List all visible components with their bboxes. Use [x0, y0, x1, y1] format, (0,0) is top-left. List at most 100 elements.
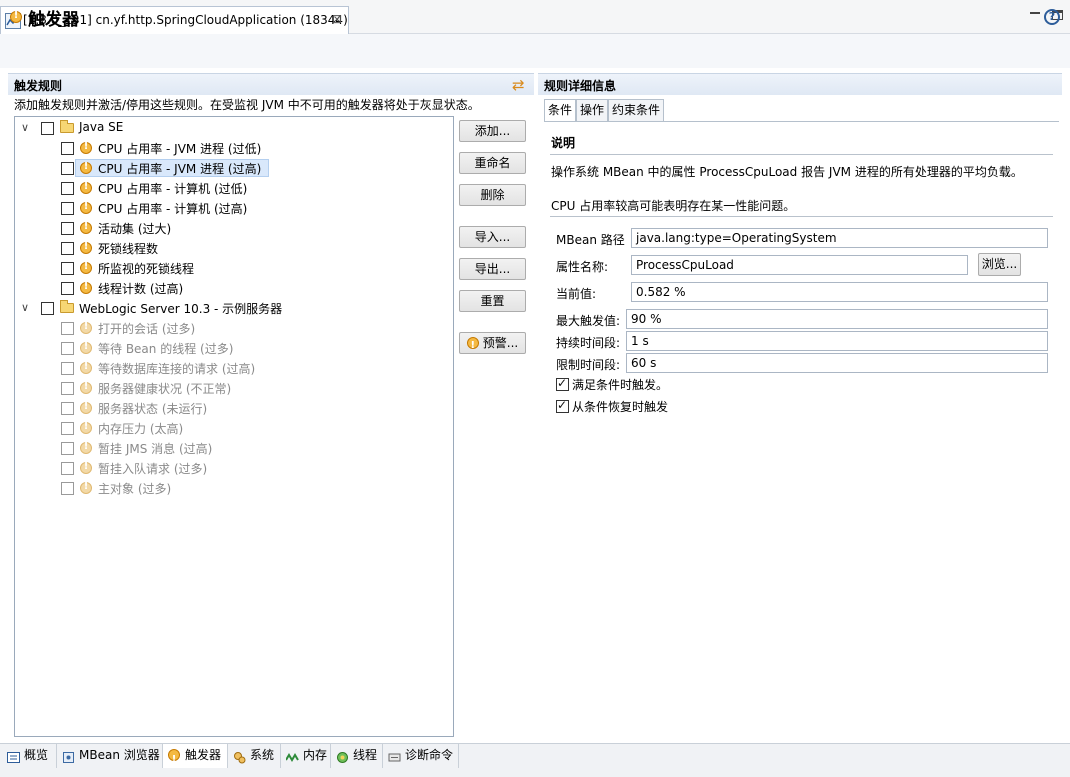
rule-item[interactable]: CPU 占用率 - 计算机 (过高) — [15, 198, 453, 218]
rule-label: CPU 占用率 - JVM 进程 (过低) — [98, 142, 262, 156]
rule-label: 等待数据库连接的请求 (过高) — [98, 362, 256, 376]
warning-icon — [80, 461, 92, 474]
alert-button[interactable]: 预警... — [459, 332, 526, 356]
rule-label: 服务器健康状况 (不正常) — [98, 382, 232, 396]
rule-checkbox[interactable] — [61, 202, 74, 215]
tab-system[interactable]: 系统 — [228, 744, 281, 768]
rule-checkbox[interactable] — [61, 402, 74, 415]
divider — [550, 154, 1053, 155]
rule-item[interactable]: 所监视的死锁线程 — [15, 258, 453, 278]
rules-description: 添加触发规则并激活/停用这些规则。在受监视 JVM 中不可用的触发器将处于灰显状… — [14, 98, 480, 112]
mbean-path-field[interactable]: java.lang:type=OperatingSystem — [631, 228, 1048, 248]
help-icon[interactable]: ? — [1044, 9, 1060, 25]
max-trigger-field[interactable]: 90 % — [626, 309, 1048, 329]
checkbox-checked[interactable] — [556, 376, 569, 391]
gears-icon — [233, 749, 246, 764]
tab-label: 线程 — [353, 748, 378, 762]
attribute-field[interactable]: ProcessCpuLoad — [631, 255, 968, 275]
warning-icon — [80, 141, 92, 154]
warning-icon — [80, 261, 92, 274]
rule-checkbox[interactable] — [61, 142, 74, 155]
warning-icon — [80, 221, 92, 234]
rule-item[interactable]: 服务器健康状况 (不正常) — [15, 378, 453, 398]
limit-field[interactable]: 60 s — [626, 353, 1048, 373]
tab-label: 诊断命令 — [405, 748, 454, 762]
rule-label: 打开的会话 (过多) — [98, 322, 196, 336]
current-value-label: 当前值: — [556, 287, 597, 301]
explain-text: 操作系统 MBean 中的属性 ProcessCpuLoad 报告 JVM 进程… — [551, 165, 1023, 179]
close-icon[interactable]: ⊠ — [332, 12, 342, 26]
rule-checkbox[interactable] — [61, 182, 74, 195]
rules-section-header — [8, 73, 534, 95]
rule-item[interactable]: 暂挂 JMS 消息 (过高) — [15, 438, 453, 458]
rule-checkbox[interactable] — [61, 322, 74, 335]
rule-item[interactable]: CPU 占用率 - JVM 进程 (过高) — [15, 158, 453, 178]
rule-checkbox[interactable] — [61, 362, 74, 375]
rule-checkbox[interactable] — [61, 282, 74, 295]
rules-tree[interactable]: ∨ Java SE CPU 占用率 - JVM 进程 (过低) CPU 占用率 - J… — [14, 116, 454, 737]
duration-field[interactable]: 1 s — [626, 331, 1048, 351]
rule-item[interactable]: 暂挂入队请求 (过多) — [15, 458, 453, 478]
memory-icon — [285, 749, 299, 762]
rule-item[interactable]: 打开的会话 (过多) — [15, 318, 453, 338]
rule-checkbox[interactable] — [61, 242, 74, 255]
group-label: WebLogic Server 10.3 - 示例服务器 — [79, 302, 283, 316]
tab-label: MBean 浏览器 — [79, 748, 160, 762]
alert-button-label: 预警... — [482, 336, 519, 350]
tab-triggers[interactable]: 触发器 — [163, 744, 228, 771]
rule-label: 等待 Bean 的线程 (过多) — [98, 342, 234, 356]
details-section-title: 规则详细信息 — [544, 79, 617, 93]
group-checkbox[interactable] — [41, 122, 54, 135]
rule-checkbox[interactable] — [61, 462, 74, 475]
warning-icon — [80, 421, 92, 434]
rule-item[interactable]: 等待数据库连接的请求 (过高) — [15, 358, 453, 378]
rule-checkbox[interactable] — [61, 422, 74, 435]
tab-overview[interactable]: 概览 — [2, 744, 57, 768]
group-checkbox[interactable] — [41, 302, 54, 315]
tree-group[interactable]: ∨ WebLogic Server 10.3 - 示例服务器 — [15, 298, 453, 318]
refresh-icon[interactable]: ⇄ — [512, 76, 525, 94]
rule-label: 所监视的死锁线程 — [98, 262, 195, 276]
rule-item[interactable]: 内存压力 (太高) — [15, 418, 453, 438]
checkbox-label: 从条件恢复时触发 — [572, 400, 669, 414]
tab-conditions[interactable]: 条件 — [544, 99, 576, 122]
tab-mbean-browser[interactable]: MBean 浏览器 — [57, 744, 163, 768]
add-button[interactable]: 添加... — [459, 120, 526, 142]
delete-button[interactable]: 删除 — [459, 184, 526, 206]
tab-diagnostic-commands[interactable]: 诊断命令 — [383, 744, 459, 768]
rename-button[interactable]: 重命名 — [459, 152, 526, 174]
rule-item[interactable]: CPU 占用率 - JVM 进程 (过低) — [15, 138, 453, 158]
rule-checkbox[interactable] — [61, 382, 74, 395]
rule-item[interactable]: 主对象 (过多) — [15, 478, 453, 498]
page-title: 触发器 — [28, 10, 79, 30]
chevron-down-icon[interactable]: ∨ — [21, 301, 29, 314]
tab-actions[interactable]: 操作 — [576, 99, 608, 121]
tab-memory[interactable]: 内存 — [281, 744, 331, 768]
rule-item[interactable]: 线程计数 (过高) — [15, 278, 453, 298]
rule-item[interactable]: CPU 占用率 - 计算机 (过低) — [15, 178, 453, 198]
browse-button[interactable]: 浏览... — [978, 253, 1021, 276]
tree-group[interactable]: ∨ Java SE — [15, 118, 453, 138]
reset-button[interactable]: 重置 — [459, 290, 526, 312]
rule-checkbox[interactable] — [61, 162, 74, 175]
rule-checkbox[interactable] — [61, 262, 74, 275]
rule-label: CPU 占用率 - 计算机 (过高) — [98, 202, 248, 216]
chevron-down-icon[interactable]: ∨ — [21, 121, 29, 134]
minimize-icon[interactable] — [1030, 12, 1040, 15]
import-button[interactable]: 导入... — [459, 226, 526, 248]
rule-item[interactable]: 死锁线程数 — [15, 238, 453, 258]
tab-threads[interactable]: 线程 — [331, 744, 383, 768]
rule-item[interactable]: 服务器状态 (未运行) — [15, 398, 453, 418]
rule-item[interactable]: 活动集 (过大) — [15, 218, 453, 238]
warning-icon — [80, 481, 92, 494]
checkbox-checked[interactable] — [556, 398, 569, 413]
export-button[interactable]: 导出... — [459, 258, 526, 280]
rule-checkbox[interactable] — [61, 342, 74, 355]
rule-checkbox[interactable] — [61, 222, 74, 235]
rule-checkbox[interactable] — [61, 482, 74, 495]
rule-label: 内存压力 (太高) — [98, 422, 184, 436]
rule-checkbox[interactable] — [61, 442, 74, 455]
duration-label: 持续时间段: — [556, 336, 621, 350]
tab-constraints[interactable]: 约束条件 — [608, 99, 664, 121]
rule-item[interactable]: 等待 Bean 的线程 (过多) — [15, 338, 453, 358]
